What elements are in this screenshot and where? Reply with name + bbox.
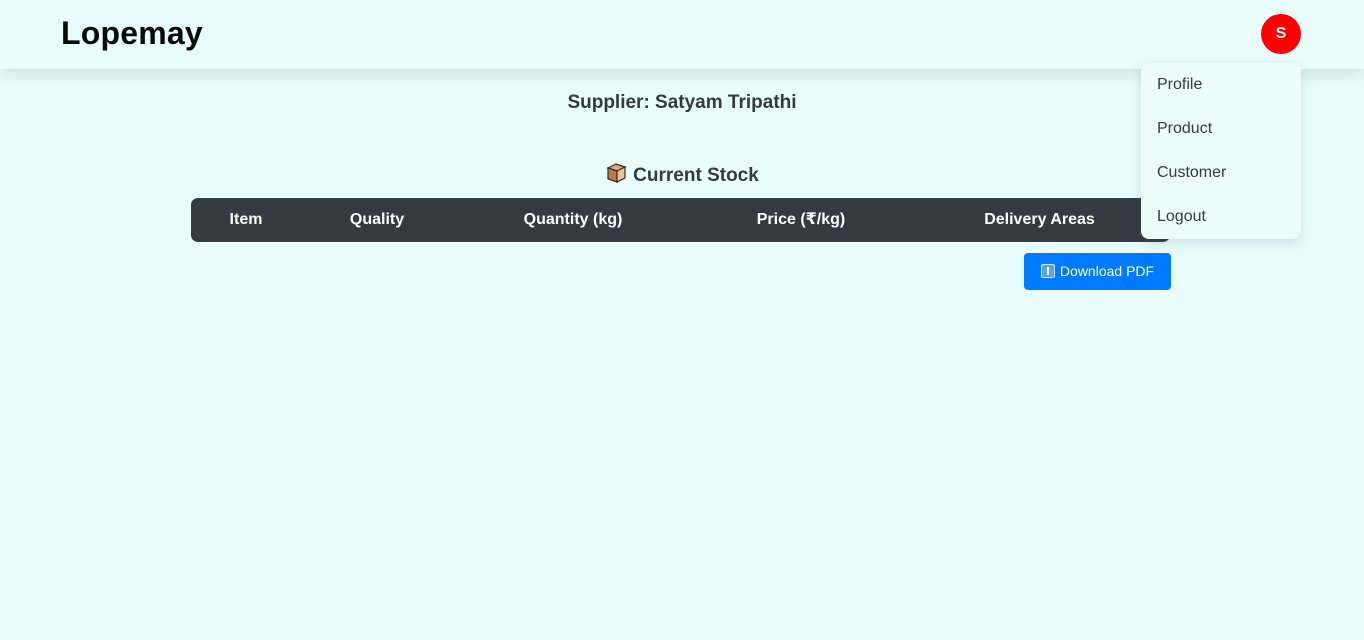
- navbar: Lopemay S: [0, 0, 1364, 69]
- current-stock-title: Current Stock: [633, 165, 759, 186]
- column-header-delivery-areas: Delivery Areas: [984, 211, 1095, 228]
- column-header-price: Price (₹/kg): [756, 211, 846, 228]
- user-dropdown-menu: Profile Product Customer Logout: [1141, 63, 1301, 239]
- menu-item-logout[interactable]: Logout: [1141, 195, 1301, 239]
- menu-item-profile[interactable]: Profile: [1141, 63, 1301, 107]
- download-icon: [1040, 264, 1055, 278]
- brand-logo[interactable]: Lopemay: [61, 15, 203, 52]
- column-header-item: Item: [229, 211, 263, 228]
- menu-item-product[interactable]: Product: [1141, 107, 1301, 151]
- column-header-quantity: Quantity (kg): [523, 211, 623, 228]
- package-icon: [605, 162, 627, 190]
- column-header-quality: Quality: [349, 211, 405, 228]
- stock-table-header: Item Quality Quantity (kg) Price (₹/kg) …: [191, 198, 1170, 242]
- menu-item-customer[interactable]: Customer: [1141, 151, 1301, 195]
- download-pdf-label: Download PDF: [1059, 263, 1155, 279]
- download-pdf-button[interactable]: Download PDF: [1024, 253, 1171, 290]
- user-avatar-button[interactable]: S: [1261, 14, 1301, 54]
